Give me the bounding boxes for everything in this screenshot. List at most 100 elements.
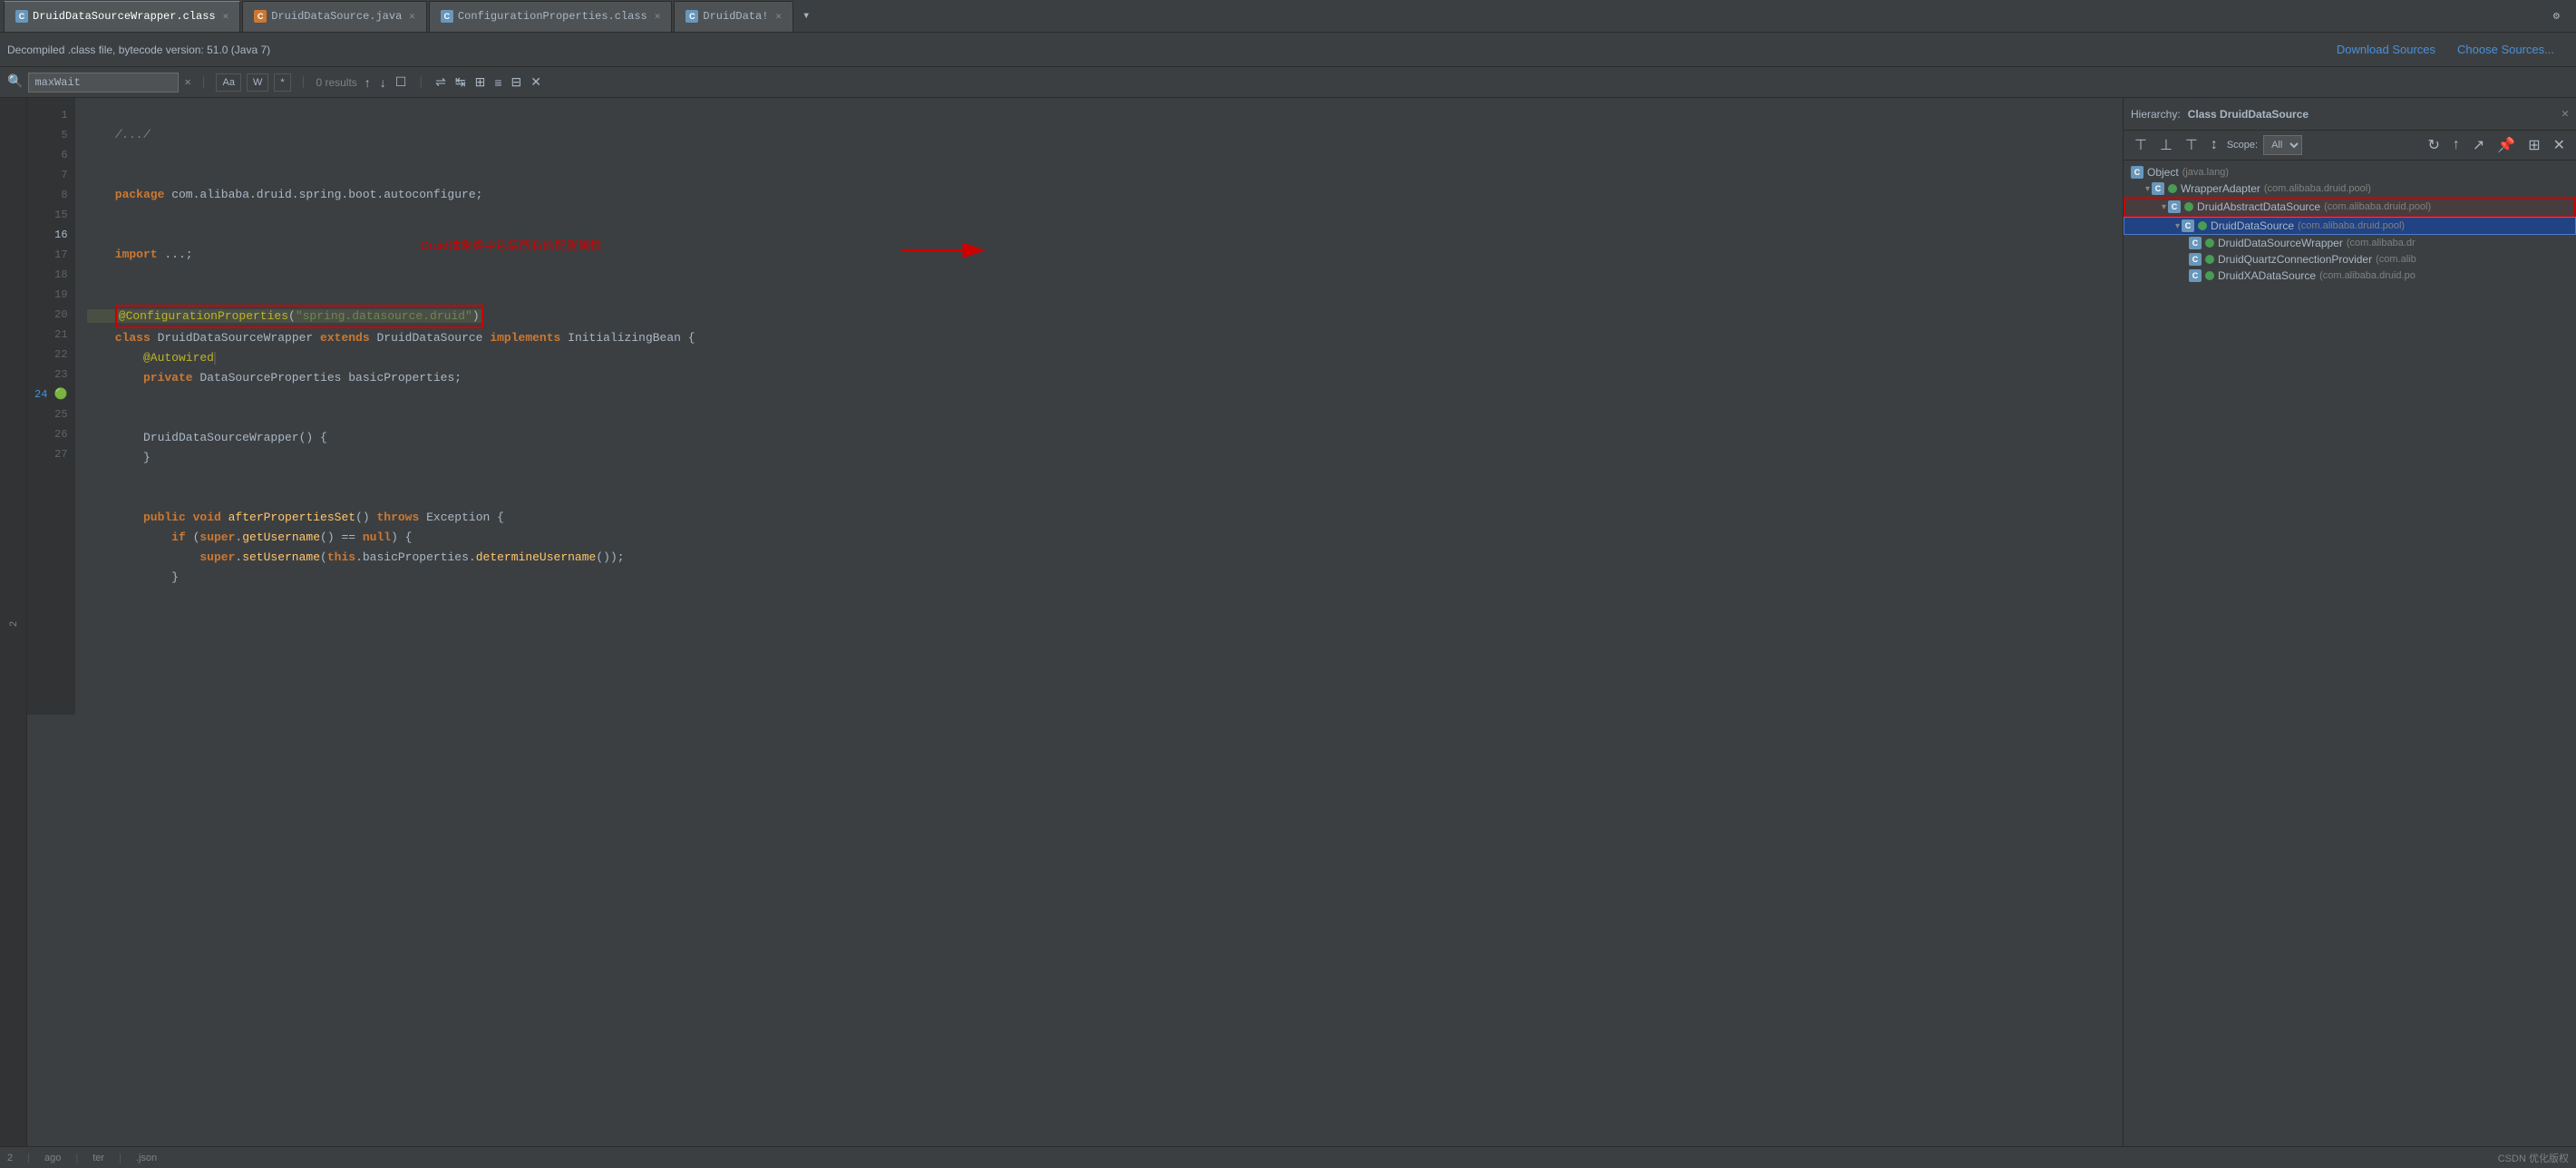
code-line-19: private DataSourceProperties basicProper… xyxy=(87,371,462,384)
tab-close-2[interactable]: ✕ xyxy=(409,10,415,23)
tree-arrow-abstract: ▾ xyxy=(2162,202,2166,212)
code-line-16: @ConfigurationProperties("spring.datasou… xyxy=(87,309,483,323)
tree-dot-wrapper xyxy=(2168,184,2177,193)
tree-package-wrapper-class: (com.alibaba.dr xyxy=(2347,238,2416,248)
search-icon[interactable]: 🔍 xyxy=(7,74,23,90)
choose-sources-link[interactable]: Choose Sources... xyxy=(2457,43,2554,56)
code-scroll[interactable]: 1 5 6 7 8 15 16 17 18 19 20 21 22 23 xyxy=(27,98,2123,1146)
search-option-1[interactable]: ⇌ xyxy=(435,74,446,90)
tab-close-4[interactable]: ✕ xyxy=(775,10,782,23)
left-sidebar-label: 2 xyxy=(8,621,19,627)
search-clear-button[interactable]: ✕ xyxy=(184,75,190,89)
hierarchy-btn-4[interactable]: ↕ xyxy=(2207,135,2221,155)
hierarchy-tree[interactable]: C Object (java.lang) ▾ C WrapperAdapter … xyxy=(2124,161,2576,1146)
right-panel: Hierarchy: Class DruidDataSource ✕ ⊤ ⊥ ⊤… xyxy=(2123,98,2576,1146)
search-separator-3: | xyxy=(417,75,424,89)
search-next-button[interactable]: ↓ xyxy=(380,75,386,90)
line-num-7: 7 xyxy=(27,165,75,185)
hierarchy-class-name: Class DruidDataSource xyxy=(2188,108,2309,121)
hierarchy-btn-2[interactable]: ⊥ xyxy=(2156,134,2176,156)
search-prev-button[interactable]: ↑ xyxy=(365,75,371,90)
search-aa-button[interactable]: Aa xyxy=(216,73,240,92)
status-sep-2: | xyxy=(75,1153,78,1163)
main-area: 2 1 5 6 7 8 15 16 17 18 19 xyxy=(0,98,2576,1146)
status-ter: ter xyxy=(92,1153,104,1163)
search-results: 0 results xyxy=(316,76,356,89)
tree-item-quartz[interactable]: C DruidQuartzConnectionProvider (com.ali… xyxy=(2124,251,2576,268)
line-num-20: 20 xyxy=(27,305,75,325)
tree-arrow-wrapper: ▾ xyxy=(2145,184,2150,194)
line-num-26: 26 xyxy=(27,424,75,444)
hierarchy-export-btn[interactable]: ↑ xyxy=(2449,135,2464,155)
tab-druid-java[interactable]: C DruidDataSource.java ✕ xyxy=(242,1,427,32)
search-row: 🔍 ✕ | Aa W * | 0 results ↑ ↓ ☐ | ⇌ ↹ ⊞ ≡… xyxy=(0,67,2576,98)
tree-class-object: Object xyxy=(2147,166,2179,179)
search-option-4[interactable]: ≡ xyxy=(494,75,501,90)
settings-icon[interactable]: ⚙ xyxy=(2553,9,2560,23)
tree-class-druid-ds: DruidDataSource xyxy=(2211,219,2294,232)
search-separator-1: | xyxy=(200,75,208,89)
tree-class-wrapper: WrapperAdapter xyxy=(2181,182,2260,195)
line-num-22: 22 xyxy=(27,345,75,365)
line-num-15: 15 xyxy=(27,205,75,225)
decompiled-notice: Decompiled .class file, bytecode version… xyxy=(7,44,270,56)
hierarchy-header: Hierarchy: Class DruidDataSource ✕ xyxy=(2124,98,2576,131)
tab-close-1[interactable]: ✕ xyxy=(223,10,229,23)
hierarchy-btn-1[interactable]: ⊤ xyxy=(2131,134,2151,156)
code-content[interactable]: /.../ package com.alibaba.druid.spring.b… xyxy=(76,98,2123,715)
code-line-17: class DruidDataSourceWrapper extends Dru… xyxy=(87,331,695,345)
tree-dot-xa xyxy=(2205,271,2214,280)
tree-package-druid-ds: (com.alibaba.druid.pool) xyxy=(2298,220,2405,231)
code-line-22: } xyxy=(87,451,151,464)
tree-class-xa: DruidXADataSource xyxy=(2218,269,2316,282)
tree-item-wrapper[interactable]: ▾ C WrapperAdapter (com.alibaba.druid.po… xyxy=(2124,180,2576,197)
tree-icon-wrapper-class: C xyxy=(2189,237,2202,249)
code-line-26: super.setUsername(this.basicProperties.d… xyxy=(87,550,625,564)
tab-more-button[interactable]: ▾ xyxy=(795,3,817,29)
status-json: .json xyxy=(136,1153,157,1163)
hierarchy-expand-btn[interactable]: ↗ xyxy=(2469,134,2488,156)
hierarchy-close-panel-btn[interactable]: ✕ xyxy=(2550,134,2569,156)
line-num-25: 25 xyxy=(27,404,75,424)
tree-item-druid-ds[interactable]: ▾ C DruidDataSource (com.alibaba.druid.p… xyxy=(2124,217,2576,235)
hierarchy-refresh-btn[interactable]: ↻ xyxy=(2424,134,2443,156)
tree-package-quartz: (com.alib xyxy=(2376,254,2416,265)
search-input[interactable] xyxy=(28,73,179,92)
tree-item-xa[interactable]: C DruidXADataSource (com.alibaba.druid.p… xyxy=(2124,268,2576,284)
download-sources-link[interactable]: Download Sources xyxy=(2337,43,2435,56)
hierarchy-btn-3[interactable]: ⊤ xyxy=(2182,134,2202,156)
search-close-button[interactable]: ✕ xyxy=(530,74,541,90)
line-num-16: 16 xyxy=(27,225,75,245)
hierarchy-close-button[interactable]: ✕ xyxy=(2561,107,2569,121)
tree-item-abstract[interactable]: ▾ C DruidAbstractDataSource (com.alibaba… xyxy=(2124,197,2576,217)
tree-icon-abstract: C xyxy=(2168,200,2181,213)
search-filter-button[interactable]: ⊟ xyxy=(511,74,522,90)
tab-druid-wrapper[interactable]: C DruidDataSourceWrapper.class ✕ xyxy=(4,1,240,32)
tab-label-3: ConfigurationProperties.class xyxy=(458,10,647,23)
code-line-25: if (super.getUsername() == null) { xyxy=(87,530,413,544)
hierarchy-pin-btn[interactable]: 📌 xyxy=(2493,134,2519,156)
search-regex-button[interactable]: * xyxy=(274,73,290,92)
tree-icon-xa: C xyxy=(2189,269,2202,282)
search-box-button[interactable]: ☐ xyxy=(395,74,407,90)
status-left: 2 xyxy=(7,1153,13,1163)
scope-select[interactable]: All xyxy=(2263,135,2302,155)
code-editor: 1 5 6 7 8 15 16 17 18 19 20 21 22 23 xyxy=(27,98,2123,715)
line-num-1: 1 xyxy=(27,105,75,125)
code-line-1: /.../ xyxy=(87,128,151,141)
search-word-button[interactable]: W xyxy=(247,73,268,92)
code-line-8: import ...; xyxy=(87,248,193,261)
search-option-3[interactable]: ⊞ xyxy=(475,74,486,90)
tab-druid-data[interactable]: C DruidData! ✕ xyxy=(674,1,793,32)
tab-close-3[interactable]: ✕ xyxy=(655,10,661,23)
search-option-2[interactable]: ↹ xyxy=(455,74,466,90)
tab-icon-druid: C xyxy=(685,10,698,23)
tab-config-props[interactable]: C ConfigurationProperties.class ✕ xyxy=(429,1,672,32)
tree-package-object: (java.lang) xyxy=(2182,167,2229,178)
tab-label-4: DruidData! xyxy=(703,10,768,23)
tree-item-wrapper-class[interactable]: C DruidDataSourceWrapper (com.alibaba.dr xyxy=(2124,235,2576,251)
tree-item-object[interactable]: C Object (java.lang) xyxy=(2124,164,2576,180)
chinese-annotation: Druid抽象类中包括所有的配置属性 xyxy=(421,236,602,256)
hierarchy-window-btn[interactable]: ⊞ xyxy=(2524,134,2543,156)
hierarchy-toolbar: ⊤ ⊥ ⊤ ↕ Scope: All ↻ ↑ ↗ 📌 ⊞ ✕ xyxy=(2124,131,2576,161)
